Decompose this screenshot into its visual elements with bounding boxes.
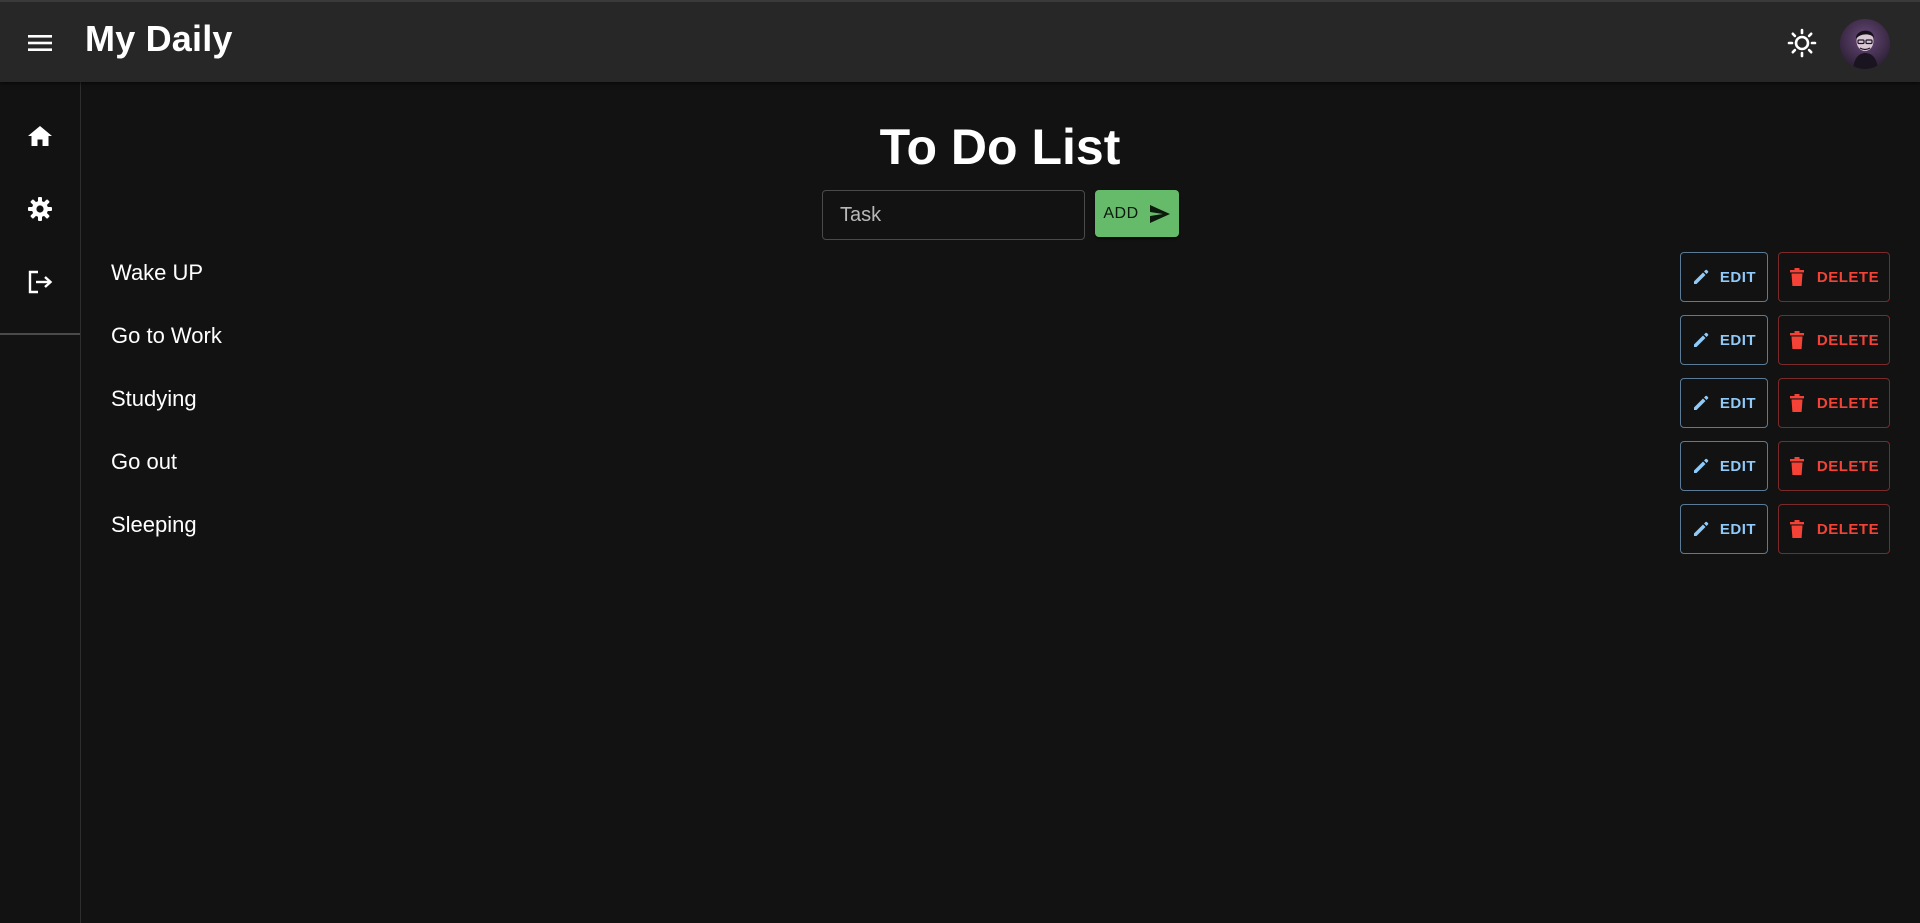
edit-button-label: EDIT: [1719, 331, 1757, 349]
delete-button-label: DELETE: [1816, 268, 1880, 286]
send-icon: [1149, 204, 1171, 224]
gear-icon: [27, 196, 53, 222]
menu-icon: [27, 33, 53, 53]
app-bar: My Daily: [0, 0, 1920, 82]
menu-button[interactable]: [20, 23, 60, 63]
sidebar-item-logout[interactable]: [0, 246, 80, 318]
edit-button-label: EDIT: [1719, 268, 1757, 286]
sun-icon: [1787, 28, 1817, 58]
task-input[interactable]: [822, 190, 1085, 240]
add-button-label: ADD: [1103, 204, 1139, 222]
edit-button-label: EDIT: [1719, 394, 1757, 412]
sidebar-item-settings[interactable]: [0, 173, 80, 245]
pencil-icon: [1692, 394, 1710, 412]
edit-button[interactable]: EDIT: [1680, 252, 1768, 302]
sidebar: [0, 82, 81, 923]
delete-button-label: DELETE: [1816, 520, 1880, 538]
edit-button-label: EDIT: [1719, 457, 1757, 475]
logout-icon: [26, 269, 54, 295]
trash-icon: [1789, 456, 1805, 476]
task-row: Go to Work EDIT DELETE: [81, 315, 1920, 365]
edit-button[interactable]: EDIT: [1680, 315, 1768, 365]
add-button[interactable]: ADD: [1095, 190, 1179, 237]
edit-button[interactable]: EDIT: [1680, 441, 1768, 491]
pencil-icon: [1692, 457, 1710, 475]
trash-icon: [1789, 519, 1805, 539]
delete-button-label: DELETE: [1816, 394, 1880, 412]
pencil-icon: [1692, 520, 1710, 538]
task-row: Go out EDIT DELETE: [81, 441, 1920, 491]
task-row: Wake UP EDIT DELETE: [81, 252, 1920, 302]
edit-button-label: EDIT: [1719, 520, 1757, 538]
task-text: Go out: [111, 449, 178, 474]
delete-button-label: DELETE: [1816, 457, 1880, 475]
trash-icon: [1789, 393, 1805, 413]
sidebar-divider: [0, 333, 80, 335]
pencil-icon: [1692, 268, 1710, 286]
delete-button[interactable]: DELETE: [1778, 441, 1890, 491]
delete-button[interactable]: DELETE: [1778, 252, 1890, 302]
task-row: Sleeping EDIT DELETE: [81, 504, 1920, 554]
pencil-icon: [1692, 331, 1710, 349]
trash-icon: [1789, 330, 1805, 350]
page-title: To Do List: [879, 119, 1121, 175]
app-title: My Daily: [85, 18, 233, 59]
delete-button[interactable]: DELETE: [1778, 315, 1890, 365]
delete-button-label: DELETE: [1816, 331, 1880, 349]
avatar[interactable]: [1840, 19, 1890, 69]
task-text: Studying: [111, 386, 197, 411]
user-avatar-icon: [1840, 19, 1890, 69]
delete-button[interactable]: DELETE: [1778, 378, 1890, 428]
task-text: Sleeping: [111, 512, 197, 537]
task-text: Wake UP: [111, 260, 204, 285]
edit-button[interactable]: EDIT: [1680, 378, 1768, 428]
edit-button[interactable]: EDIT: [1680, 504, 1768, 554]
task-text: Go to Work: [111, 323, 222, 348]
task-row: Studying EDIT DELETE: [81, 378, 1920, 428]
trash-icon: [1789, 267, 1805, 287]
theme-toggle-button[interactable]: [1782, 23, 1822, 63]
delete-button[interactable]: DELETE: [1778, 504, 1890, 554]
